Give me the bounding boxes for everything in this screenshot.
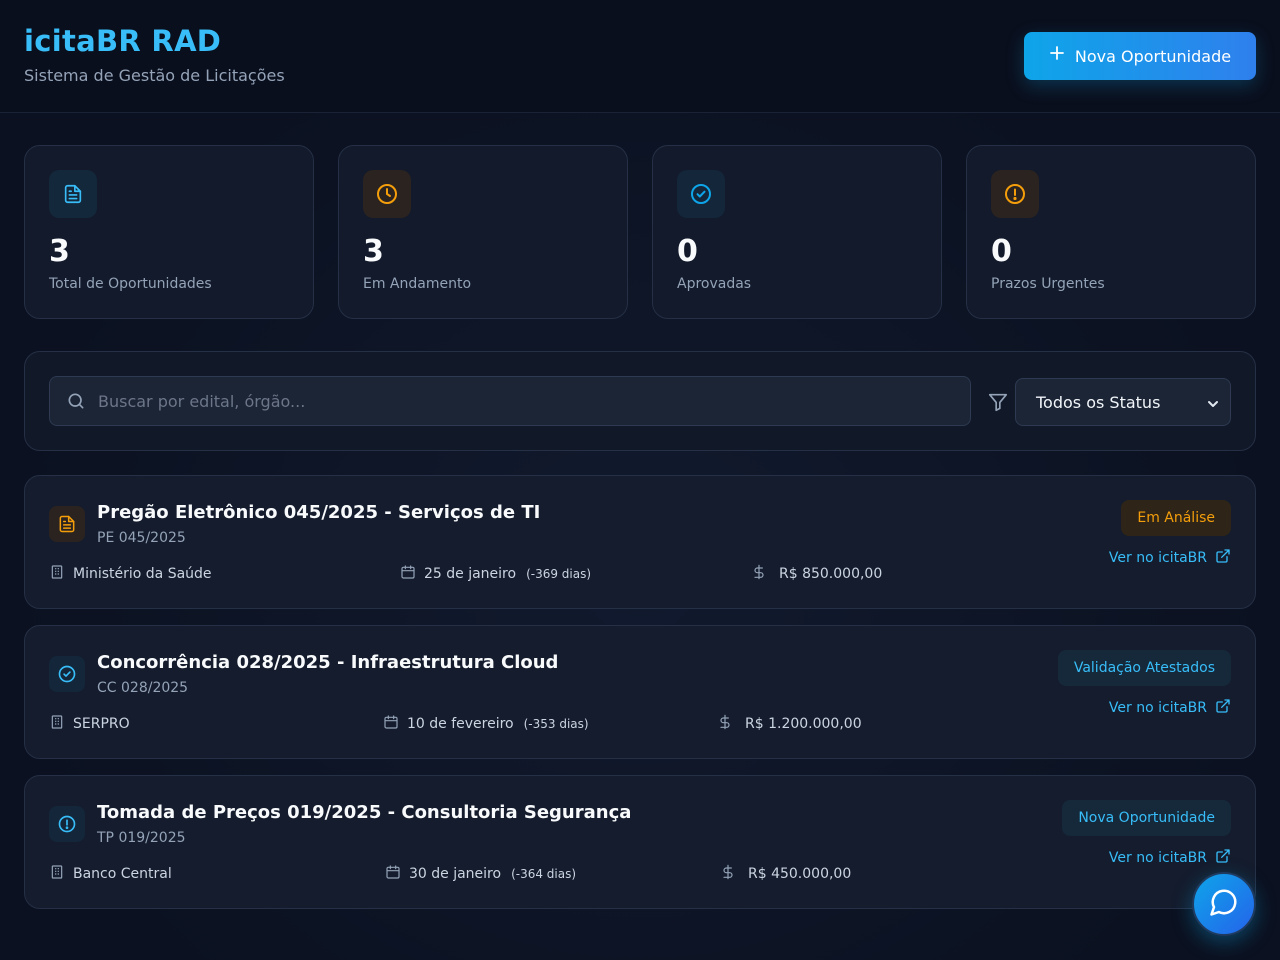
chat-bubble-icon [1209, 887, 1239, 921]
chat-button[interactable] [1192, 872, 1256, 936]
new-opportunity-button[interactable]: Nova Oportunidade [1024, 32, 1256, 80]
status-badge: Validação Atestados [1057, 650, 1231, 686]
agency-info: SERPRO [49, 714, 130, 734]
building-icon [49, 564, 65, 584]
stat-value: 0 [677, 234, 698, 269]
new-opportunity-label: Nova Oportunidade [1074, 46, 1232, 66]
status-select-value: Todos os Status [1036, 392, 1161, 412]
calendar-icon [383, 714, 399, 734]
alert-circle-icon [49, 806, 85, 842]
amount-value: R$ 450.000,00 [748, 866, 852, 882]
link-label: Ver no icitaBR [1108, 700, 1207, 716]
deadline-info: 25 de janeiro (-369 dias) [400, 564, 591, 584]
agency-name: Banco Central [73, 866, 172, 882]
stat-label: Total de Oportunidades [49, 276, 212, 292]
stat-card-urgent: 0 Prazos Urgentes [966, 145, 1256, 319]
stat-value: 0 [991, 234, 1012, 269]
opportunity-title: Tomada de Preços 019/2025 - Consultoria … [97, 802, 632, 823]
plus-icon [1049, 44, 1065, 66]
opportunity-code: TP 019/2025 [97, 830, 186, 846]
filter-icon [987, 391, 1009, 417]
view-in-icitabr-link[interactable]: Ver no icitaBR [1109, 698, 1231, 718]
opportunity-card[interactable]: Pregão Eletrônico 045/2025 - Serviços de… [24, 475, 1256, 609]
agency-info: Ministério da Saúde [49, 564, 212, 584]
view-in-icitabr-link[interactable]: Ver no icitaBR [1109, 548, 1231, 568]
amount-value: R$ 1.200.000,00 [745, 716, 862, 732]
amount-info: R$ 450.000,00 [720, 864, 851, 884]
building-icon [49, 714, 65, 734]
dollar-icon [751, 564, 767, 584]
app-title: icitaBR RAD [24, 24, 222, 58]
stat-card-approved: 0 Aprovadas [652, 145, 942, 319]
document-icon [49, 170, 97, 218]
opportunity-code: PE 045/2025 [97, 530, 186, 546]
opportunity-card[interactable]: Tomada de Preços 019/2025 - Consultoria … [24, 775, 1256, 909]
view-in-icitabr-link[interactable]: Ver no icitaBR [1109, 848, 1231, 868]
amount-info: R$ 1.200.000,00 [717, 714, 862, 734]
external-link-icon [1215, 848, 1231, 868]
chevron-down-icon [1206, 396, 1220, 415]
dollar-icon [720, 864, 736, 884]
app-subtitle: Sistema de Gestão de Licitações [24, 66, 285, 85]
external-link-icon [1215, 698, 1231, 718]
check-circle-icon [49, 656, 85, 692]
opportunity-title: Pregão Eletrônico 045/2025 - Serviços de… [97, 502, 541, 523]
status-badge: Nova Oportunidade [1062, 800, 1231, 836]
stat-card-total: 3 Total de Oportunidades [24, 145, 314, 319]
deadline-info: 30 de janeiro (-364 dias) [385, 864, 576, 884]
deadline-days: (-369 dias) [526, 567, 592, 581]
app-header: icitaBR RAD Sistema de Gestão de Licitaç… [0, 0, 1280, 113]
amount-info: R$ 850.000,00 [751, 564, 882, 584]
stat-label: Prazos Urgentes [991, 276, 1105, 292]
dollar-icon [717, 714, 733, 734]
amount-value: R$ 850.000,00 [779, 566, 883, 582]
filter-panel: Todos os Status [24, 351, 1256, 451]
opportunity-title: Concorrência 028/2025 - Infraestrutura C… [97, 652, 559, 673]
opportunity-code: CC 028/2025 [97, 680, 189, 696]
stat-label: Em Andamento [363, 276, 472, 292]
search-box[interactable] [49, 376, 971, 426]
status-badge: Em Análise [1121, 500, 1231, 536]
search-input[interactable] [98, 377, 958, 425]
agency-name: Ministério da Saúde [73, 566, 212, 582]
calendar-icon [385, 864, 401, 884]
deadline-info: 10 de fevereiro (-353 dias) [383, 714, 589, 734]
agency-info: Banco Central [49, 864, 172, 884]
alert-circle-icon [991, 170, 1039, 218]
clock-icon [363, 170, 411, 218]
search-icon [66, 391, 86, 415]
agency-name: SERPRO [73, 716, 130, 732]
document-icon [49, 506, 85, 542]
deadline-days: (-353 dias) [523, 717, 589, 731]
link-label: Ver no icitaBR [1108, 850, 1207, 866]
external-link-icon [1215, 548, 1231, 568]
link-label: Ver no icitaBR [1108, 550, 1207, 566]
building-icon [49, 864, 65, 884]
stat-label: Aprovadas [677, 276, 752, 292]
deadline-date: 25 de janeiro [424, 566, 517, 582]
deadline-date: 10 de fevereiro [407, 716, 514, 732]
deadline-days: (-364 dias) [511, 867, 577, 881]
opportunity-card[interactable]: Concorrência 028/2025 - Infraestrutura C… [24, 625, 1256, 759]
stat-value: 3 [49, 234, 70, 269]
stat-value: 3 [363, 234, 384, 269]
status-select[interactable]: Todos os Status [1015, 378, 1231, 426]
stat-card-in-progress: 3 Em Andamento [338, 145, 628, 319]
calendar-icon [400, 564, 416, 584]
deadline-date: 30 de janeiro [409, 866, 502, 882]
check-circle-icon [677, 170, 725, 218]
